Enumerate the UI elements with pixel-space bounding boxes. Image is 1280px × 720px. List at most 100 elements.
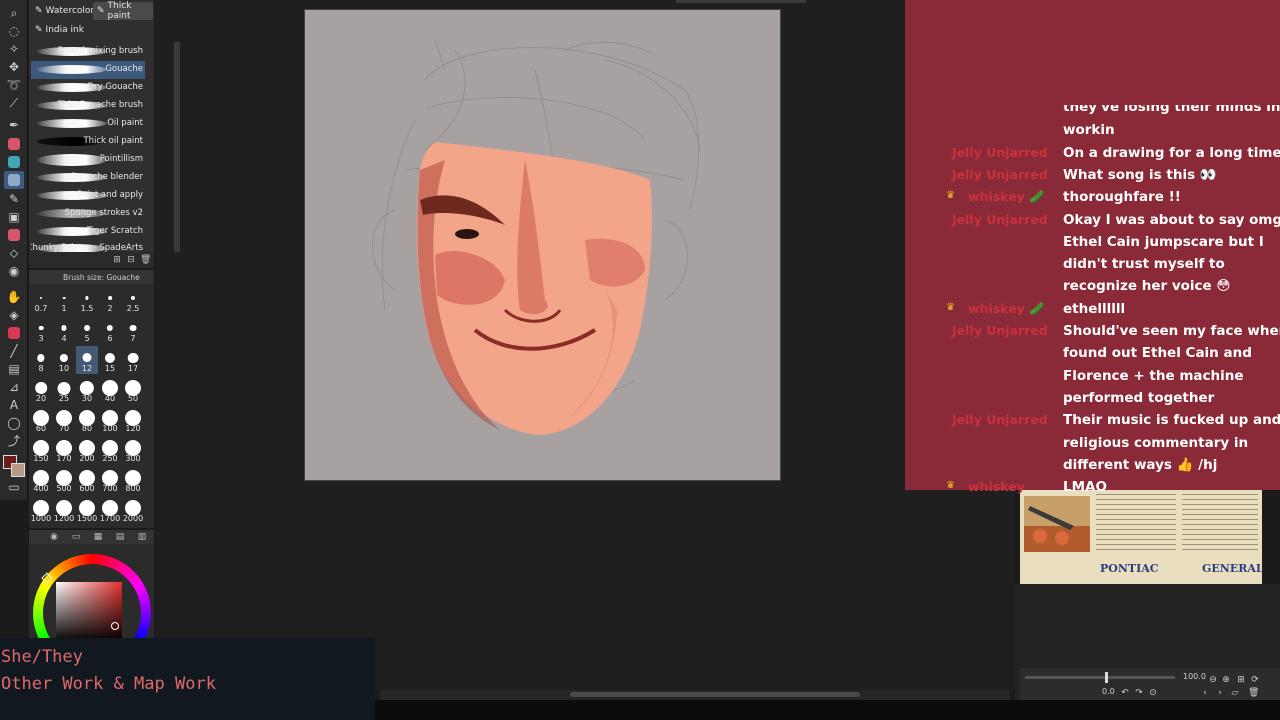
zoom-in-icon[interactable]: ⊕ [1221,675,1231,685]
trash-icon[interactable]: 🗑 [140,255,151,265]
brush-size-option[interactable]: 30 [76,376,98,404]
brush-size-option[interactable]: 700 [99,466,121,494]
next-icon[interactable]: › [1215,688,1225,698]
rotate-left-icon[interactable]: ↶ [1120,688,1130,698]
brush-size-option[interactable]: 1500 [76,496,98,524]
lasso-icon[interactable]: ➰ [4,76,24,94]
brush-size-option[interactable]: 1000 [30,496,52,524]
airbrush-icon[interactable] [4,153,24,171]
brush-size-option[interactable]: 1200 [53,496,75,524]
brush-size-option[interactable]: 3 [30,316,52,344]
zoom-out-icon[interactable]: ⊖ [1208,675,1218,685]
color-cursor[interactable] [111,622,119,630]
saturation-value-square[interactable] [56,582,122,642]
brush-item[interactable]: Dry Gouache [31,79,145,97]
artboard-canvas[interactable] [304,9,781,481]
tab-watercolor[interactable]: ✎ Watercolor [31,2,94,20]
brush-icon[interactable] [4,135,24,153]
color-wheel-tab-icon[interactable]: ◉ [49,532,59,542]
text-icon[interactable]: A [4,396,24,414]
hand-icon[interactable]: ✋ [4,288,24,306]
frame-icon[interactable]: ▤ [4,360,24,378]
brush-item[interactable]: Pointillism [31,151,145,169]
pencil-icon[interactable]: ▣ [4,208,24,226]
decoration-icon[interactable]: ✎ [4,190,24,208]
zoom-icon[interactable]: ⌕ [4,4,24,22]
zoom-slider[interactable] [1025,676,1175,679]
select-icon[interactable]: ◌ [4,22,24,40]
pen-icon[interactable]: ✒ [4,116,24,134]
chat-username[interactable]: whiskey [968,479,1025,494]
chat-username[interactable]: Jelly Unjarred [952,167,1048,182]
tab-thick-paint[interactable]: ✎ Thick paint [93,1,153,21]
brush-size-option[interactable]: 2000 [122,496,144,524]
brush-size-option[interactable]: 300 [122,436,144,464]
reference-image[interactable]: PONTIAC GENERAL [1020,490,1262,584]
brush-size-option[interactable]: 250 [99,436,121,464]
brush-item-selected[interactable]: Gouache [31,61,145,79]
brush-size-option[interactable]: 200 [76,436,98,464]
color-icon[interactable] [4,324,24,342]
copy-icon[interactable]: ⊟ [126,255,136,265]
brush-item[interactable]: Gouache blender [31,169,145,187]
correct-icon[interactable]: ⤴ [4,432,24,450]
brush-size-option[interactable]: 60 [30,406,52,434]
canvas-scroll-thumb[interactable] [570,692,860,697]
canvas-horizontal-scrollbar[interactable] [380,690,1010,700]
eyedropper-icon[interactable]: ⟋ [4,94,24,112]
fit-icon[interactable]: ⊞ [1236,675,1246,685]
flip-icon[interactable]: ⟳ [1250,675,1260,685]
brush-size-option[interactable]: 170 [53,436,75,464]
brush-size-option[interactable]: 5 [76,316,98,344]
brush-size-option[interactable]: 50 [122,376,144,404]
brush-size-option[interactable]: 400 [30,466,52,494]
chat-username[interactable]: Jelly Unjarred [952,145,1048,160]
brush-size-option[interactable]: 0.7 [30,286,52,314]
brush-item[interactable]: Paint and apply [31,187,145,205]
brush-size-option[interactable]: 10 [53,346,75,374]
tab-india-ink[interactable]: ✎ India ink [31,21,91,39]
transparent-color-icon[interactable]: ▭ [4,478,24,496]
brush-size-option[interactable]: 4 [53,316,75,344]
brush-size-option[interactable]: 500 [53,466,75,494]
brush-size-option[interactable]: 800 [122,466,144,494]
wand-icon[interactable]: ✧ [4,40,24,58]
brush-size-option[interactable]: 150 [30,436,52,464]
brush-size-option[interactable]: 40 [99,376,121,404]
brush-size-option[interactable]: 17 [122,346,144,374]
brush-item[interactable]: Chunky Painter - SpadeArts [31,240,145,252]
ruler-icon[interactable]: ⊿ [4,378,24,396]
chat-username[interactable]: Jelly Unjarred [952,323,1048,338]
chat-username[interactable]: whiskey 🥒 [968,301,1045,317]
brush-size-option[interactable]: 25 [53,376,75,404]
subtool-scrollbar[interactable] [174,42,180,252]
chat-username[interactable]: Jelly Unjarred [952,212,1048,227]
paint-tool-icon[interactable] [4,171,24,189]
line-icon[interactable]: ╱ [4,342,24,360]
zoom-slider-knob[interactable] [1105,672,1108,683]
chat-username[interactable]: whiskey 🥒 [968,189,1045,205]
prev-icon[interactable]: ‹ [1200,688,1210,698]
brush-item[interactable]: Sponge strokes v2 [31,205,145,223]
duplicate-icon[interactable]: ⊞ [112,255,122,265]
brush-size-option[interactable]: 7 [122,316,144,344]
brush-size-option[interactable]: 100 [99,406,121,434]
reset-rotation-icon[interactable]: ⊙ [1148,688,1158,698]
brush-size-option[interactable]: 20 [30,376,52,404]
rotate-right-icon[interactable]: ↷ [1134,688,1144,698]
brush-size-option[interactable]: 1700 [99,496,121,524]
brush-item[interactable]: Thick oil paint [31,133,145,151]
history-tab-icon[interactable]: ▥ [137,532,147,542]
color-slider-tab-icon[interactable]: ▭ [71,532,81,542]
brush-size-option[interactable]: 1.5 [76,286,98,314]
color-set-tab-icon[interactable]: ▦ [93,532,103,542]
brush-size-option[interactable]: 2 [99,286,121,314]
gradient-icon[interactable]: ◉ [4,262,24,280]
sub-color-swatch[interactable] [11,463,25,477]
brush-size-option[interactable]: 70 [53,406,75,434]
brush-item[interactable]: Oil paint [31,115,145,133]
brush-size-option[interactable]: 2.5 [122,286,144,314]
brush-size-option[interactable]: 80 [76,406,98,434]
move-icon[interactable]: ✥ [4,58,24,76]
brush-item[interactable]: Tiger Scratch [31,223,145,241]
